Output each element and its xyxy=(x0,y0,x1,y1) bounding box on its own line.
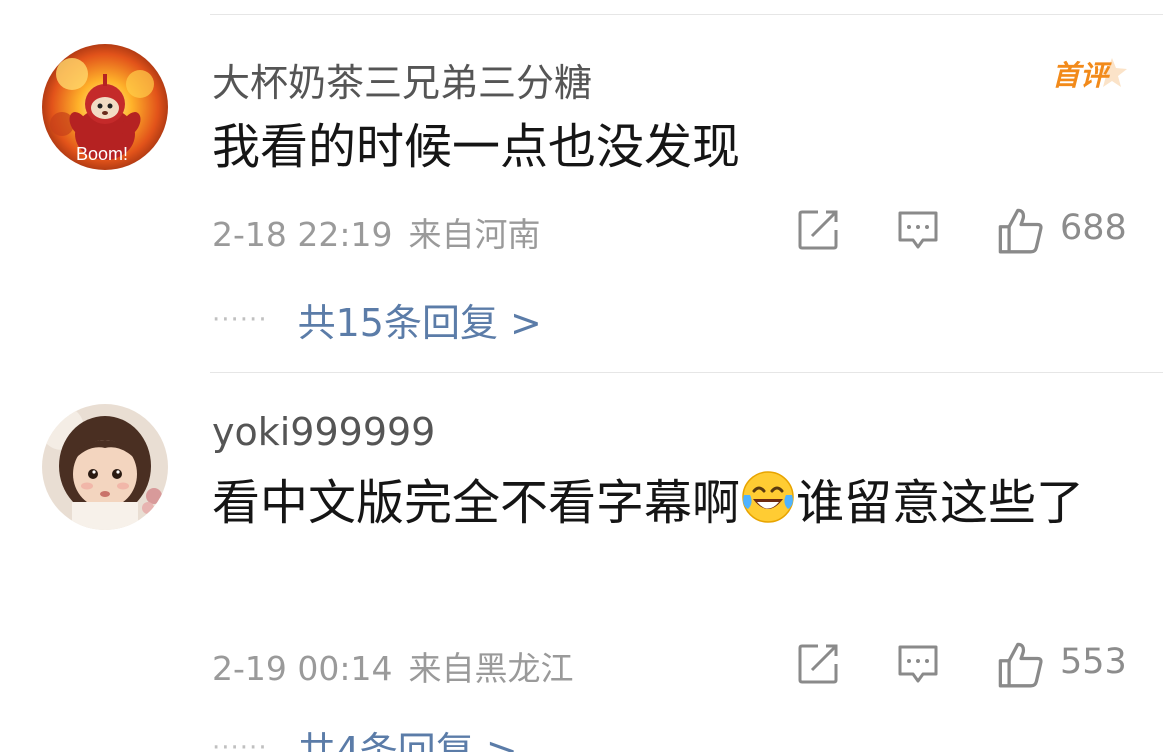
like-icon[interactable] xyxy=(996,640,1044,688)
replies-row: ······ 共4条回复 > xyxy=(212,720,518,752)
comment-divider xyxy=(210,372,1163,373)
avatar-image xyxy=(42,404,168,530)
username[interactable]: 大杯奶茶三兄弟三分糖 xyxy=(212,52,592,107)
first-comment-badge: 首评 xyxy=(1050,52,1132,94)
comment-meta: 2-18 22:19 来自河南 xyxy=(212,208,541,256)
view-replies-link[interactable]: 共15条回复 > xyxy=(298,301,542,345)
view-replies-link[interactable]: 共4条回复 > xyxy=(298,729,518,752)
badge-label: 首评 xyxy=(1052,59,1109,92)
share-icon[interactable] xyxy=(796,642,840,686)
comment-location: 来自河南 xyxy=(408,215,541,254)
replies-dots: ······ xyxy=(212,304,268,335)
comment-time: 2-18 22:19 xyxy=(212,215,393,254)
top-divider xyxy=(210,14,1163,15)
avatar-caption: Boom! xyxy=(76,144,129,164)
avatar[interactable]: Boom! xyxy=(42,44,168,170)
like-count: 688 xyxy=(1060,208,1127,248)
avatar[interactable] xyxy=(42,404,168,530)
comment-icon[interactable] xyxy=(896,208,940,252)
share-icon[interactable] xyxy=(796,208,840,252)
replies-dots: ······ xyxy=(212,732,268,752)
comment-time: 2-19 00:14 xyxy=(212,649,393,688)
laughing-tears-emoji-icon xyxy=(742,471,794,523)
like-count: 553 xyxy=(1060,642,1127,682)
comment-list: Boom! 大杯奶茶三兄弟三分糖 首评 我看的时候一点也没发现 2-18 22:… xyxy=(0,0,1163,752)
comment-text: 我看的时候一点也没发现 xyxy=(212,119,741,175)
comment-text-part: 谁留意这些了 xyxy=(796,475,1085,531)
comment-text-part: 看中文版完全不看字幕啊 xyxy=(212,475,741,531)
replies-row: ······ 共15条回复 > xyxy=(212,292,542,347)
comment-icon[interactable] xyxy=(896,642,940,686)
comment-meta: 2-19 00:14 来自黑龙江 xyxy=(212,642,574,690)
username[interactable]: yoki999999 xyxy=(212,410,435,454)
comment-text: 看中文版完全不看字幕啊 谁留意这些了 xyxy=(212,468,1112,538)
comment-location: 来自黑龙江 xyxy=(408,649,574,688)
like-icon[interactable] xyxy=(996,206,1044,254)
